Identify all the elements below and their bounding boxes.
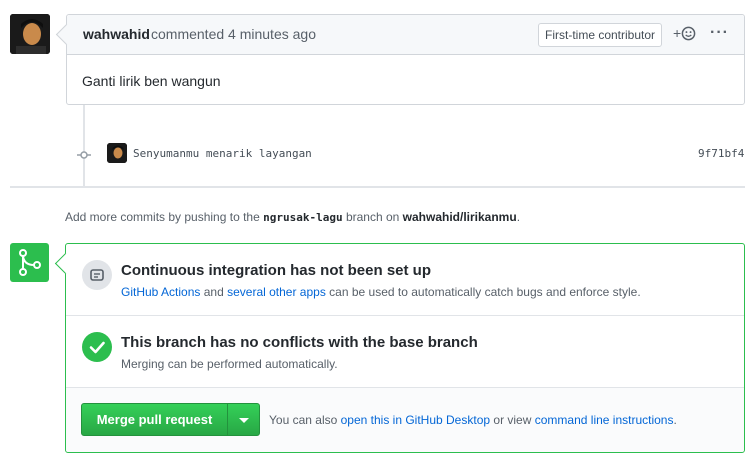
ci-title: Continuous integration has not been set … bbox=[121, 262, 431, 279]
comment-timestamp[interactable]: commented 4 minutes ago bbox=[151, 26, 316, 42]
note-prefix: You can also bbox=[269, 413, 338, 427]
comment-body: Ganti lirik ben wangun bbox=[82, 73, 221, 89]
plus-label: + bbox=[673, 25, 682, 41]
conflict-status-section: This branch has no conflicts with the ba… bbox=[66, 316, 744, 388]
comment-header: wahwahid commented 4 minutes ago First-t… bbox=[67, 15, 744, 55]
note-suffix: . bbox=[673, 413, 677, 427]
timeline-line bbox=[83, 105, 85, 187]
merge-pull-request-button[interactable]: Merge pull request bbox=[81, 403, 228, 436]
commit-sha[interactable]: 9f71bf4 bbox=[698, 147, 744, 160]
author-avatar[interactable] bbox=[10, 14, 50, 54]
first-time-contributor-badge: First-time contributor bbox=[538, 23, 663, 47]
ci-icon bbox=[82, 260, 112, 290]
hint-suffix: . bbox=[516, 210, 521, 224]
kebab-menu-icon[interactable]: ··· bbox=[710, 24, 729, 42]
git-merge-icon bbox=[10, 243, 49, 282]
hint-prefix: Add more commits by pushing to the bbox=[65, 210, 260, 224]
commit-message[interactable]: Senyumanmu menarik layangan bbox=[133, 147, 312, 160]
conflict-title: This branch has no conflicts with the ba… bbox=[121, 334, 478, 351]
merge-action-section: Merge pull request You can also open thi… bbox=[66, 388, 744, 452]
merge-note: You can also open this in GitHub Desktop… bbox=[269, 413, 677, 427]
ci-rest: can be used to automatically catch bugs … bbox=[329, 285, 641, 299]
comment-author[interactable]: wahwahid bbox=[83, 26, 150, 42]
comment-box: wahwahid commented 4 minutes ago First-t… bbox=[66, 14, 745, 105]
check-icon bbox=[82, 332, 112, 362]
open-desktop-link[interactable]: open this in GitHub Desktop bbox=[341, 413, 490, 427]
note-mid: or view bbox=[493, 413, 532, 427]
merge-method-dropdown[interactable] bbox=[227, 403, 260, 436]
other-apps-link[interactable]: several other apps bbox=[227, 285, 326, 299]
ci-status-section: Continuous integration has not been set … bbox=[66, 244, 744, 316]
hint-middle: branch on bbox=[345, 210, 400, 224]
github-actions-link[interactable]: GitHub Actions bbox=[121, 285, 200, 299]
add-reaction-button[interactable]: + bbox=[673, 25, 696, 41]
conflict-text: Merging can be performed automatically. bbox=[121, 357, 338, 371]
smiley-icon bbox=[681, 26, 696, 41]
commit-node-icon bbox=[77, 151, 91, 159]
merge-box: Continuous integration has not been set … bbox=[65, 243, 745, 453]
push-hint: Add more commits by pushing to the ngrus… bbox=[65, 210, 520, 224]
timeline-divider bbox=[10, 186, 745, 188]
command-line-link[interactable]: command line instructions bbox=[535, 413, 674, 427]
branch-name: ngrusak-lagu bbox=[263, 211, 343, 224]
caret-down-icon bbox=[239, 418, 249, 423]
ci-and: and bbox=[203, 285, 224, 299]
ci-text: GitHub Actions and several other apps ca… bbox=[121, 285, 641, 299]
commit-author-avatar[interactable] bbox=[107, 143, 127, 163]
repo-name: wahwahid/lirikanmu bbox=[402, 210, 517, 224]
